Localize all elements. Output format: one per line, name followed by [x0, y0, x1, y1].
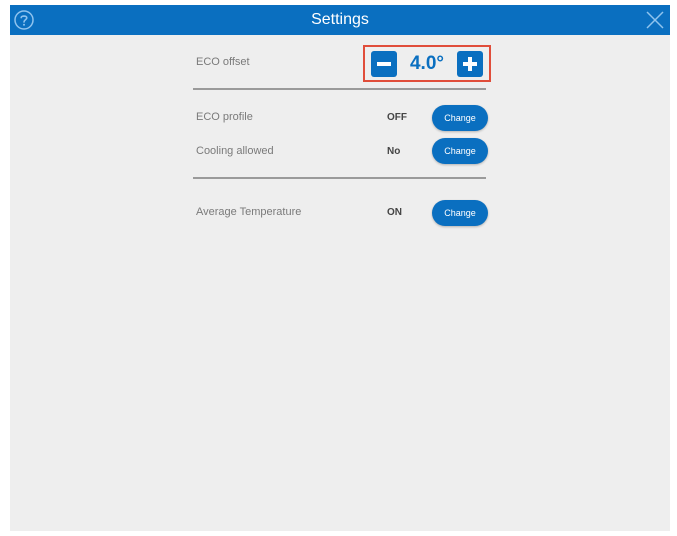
- cooling-allowed-label: Cooling allowed: [196, 145, 274, 157]
- eco-offset-value: 4.0°: [409, 53, 444, 74]
- average-temperature-change-button[interactable]: Change: [432, 200, 488, 226]
- page-title: Settings: [311, 11, 369, 28]
- eco-profile-value: OFF: [387, 112, 407, 123]
- increase-button[interactable]: [457, 51, 483, 77]
- eco-profile-label: ECO profile: [196, 111, 253, 123]
- divider: [193, 88, 486, 90]
- eco-offset-stepper: 4.0°: [363, 45, 491, 82]
- settings-screen: Settings ECO offset 4.0° ECO profile OFF…: [10, 5, 670, 531]
- eco-offset-label: ECO offset: [196, 56, 250, 68]
- divider: [193, 177, 486, 179]
- close-icon[interactable]: [645, 10, 665, 30]
- title-bar: Settings: [10, 5, 670, 35]
- average-temperature-value: ON: [387, 207, 402, 218]
- minus-icon: [377, 62, 391, 66]
- cooling-allowed-value: No: [387, 146, 401, 157]
- eco-profile-change-button[interactable]: Change: [432, 105, 488, 131]
- average-temperature-label: Average Temperature: [196, 206, 302, 218]
- decrease-button[interactable]: [371, 51, 397, 77]
- cooling-allowed-change-button[interactable]: Change: [432, 138, 488, 164]
